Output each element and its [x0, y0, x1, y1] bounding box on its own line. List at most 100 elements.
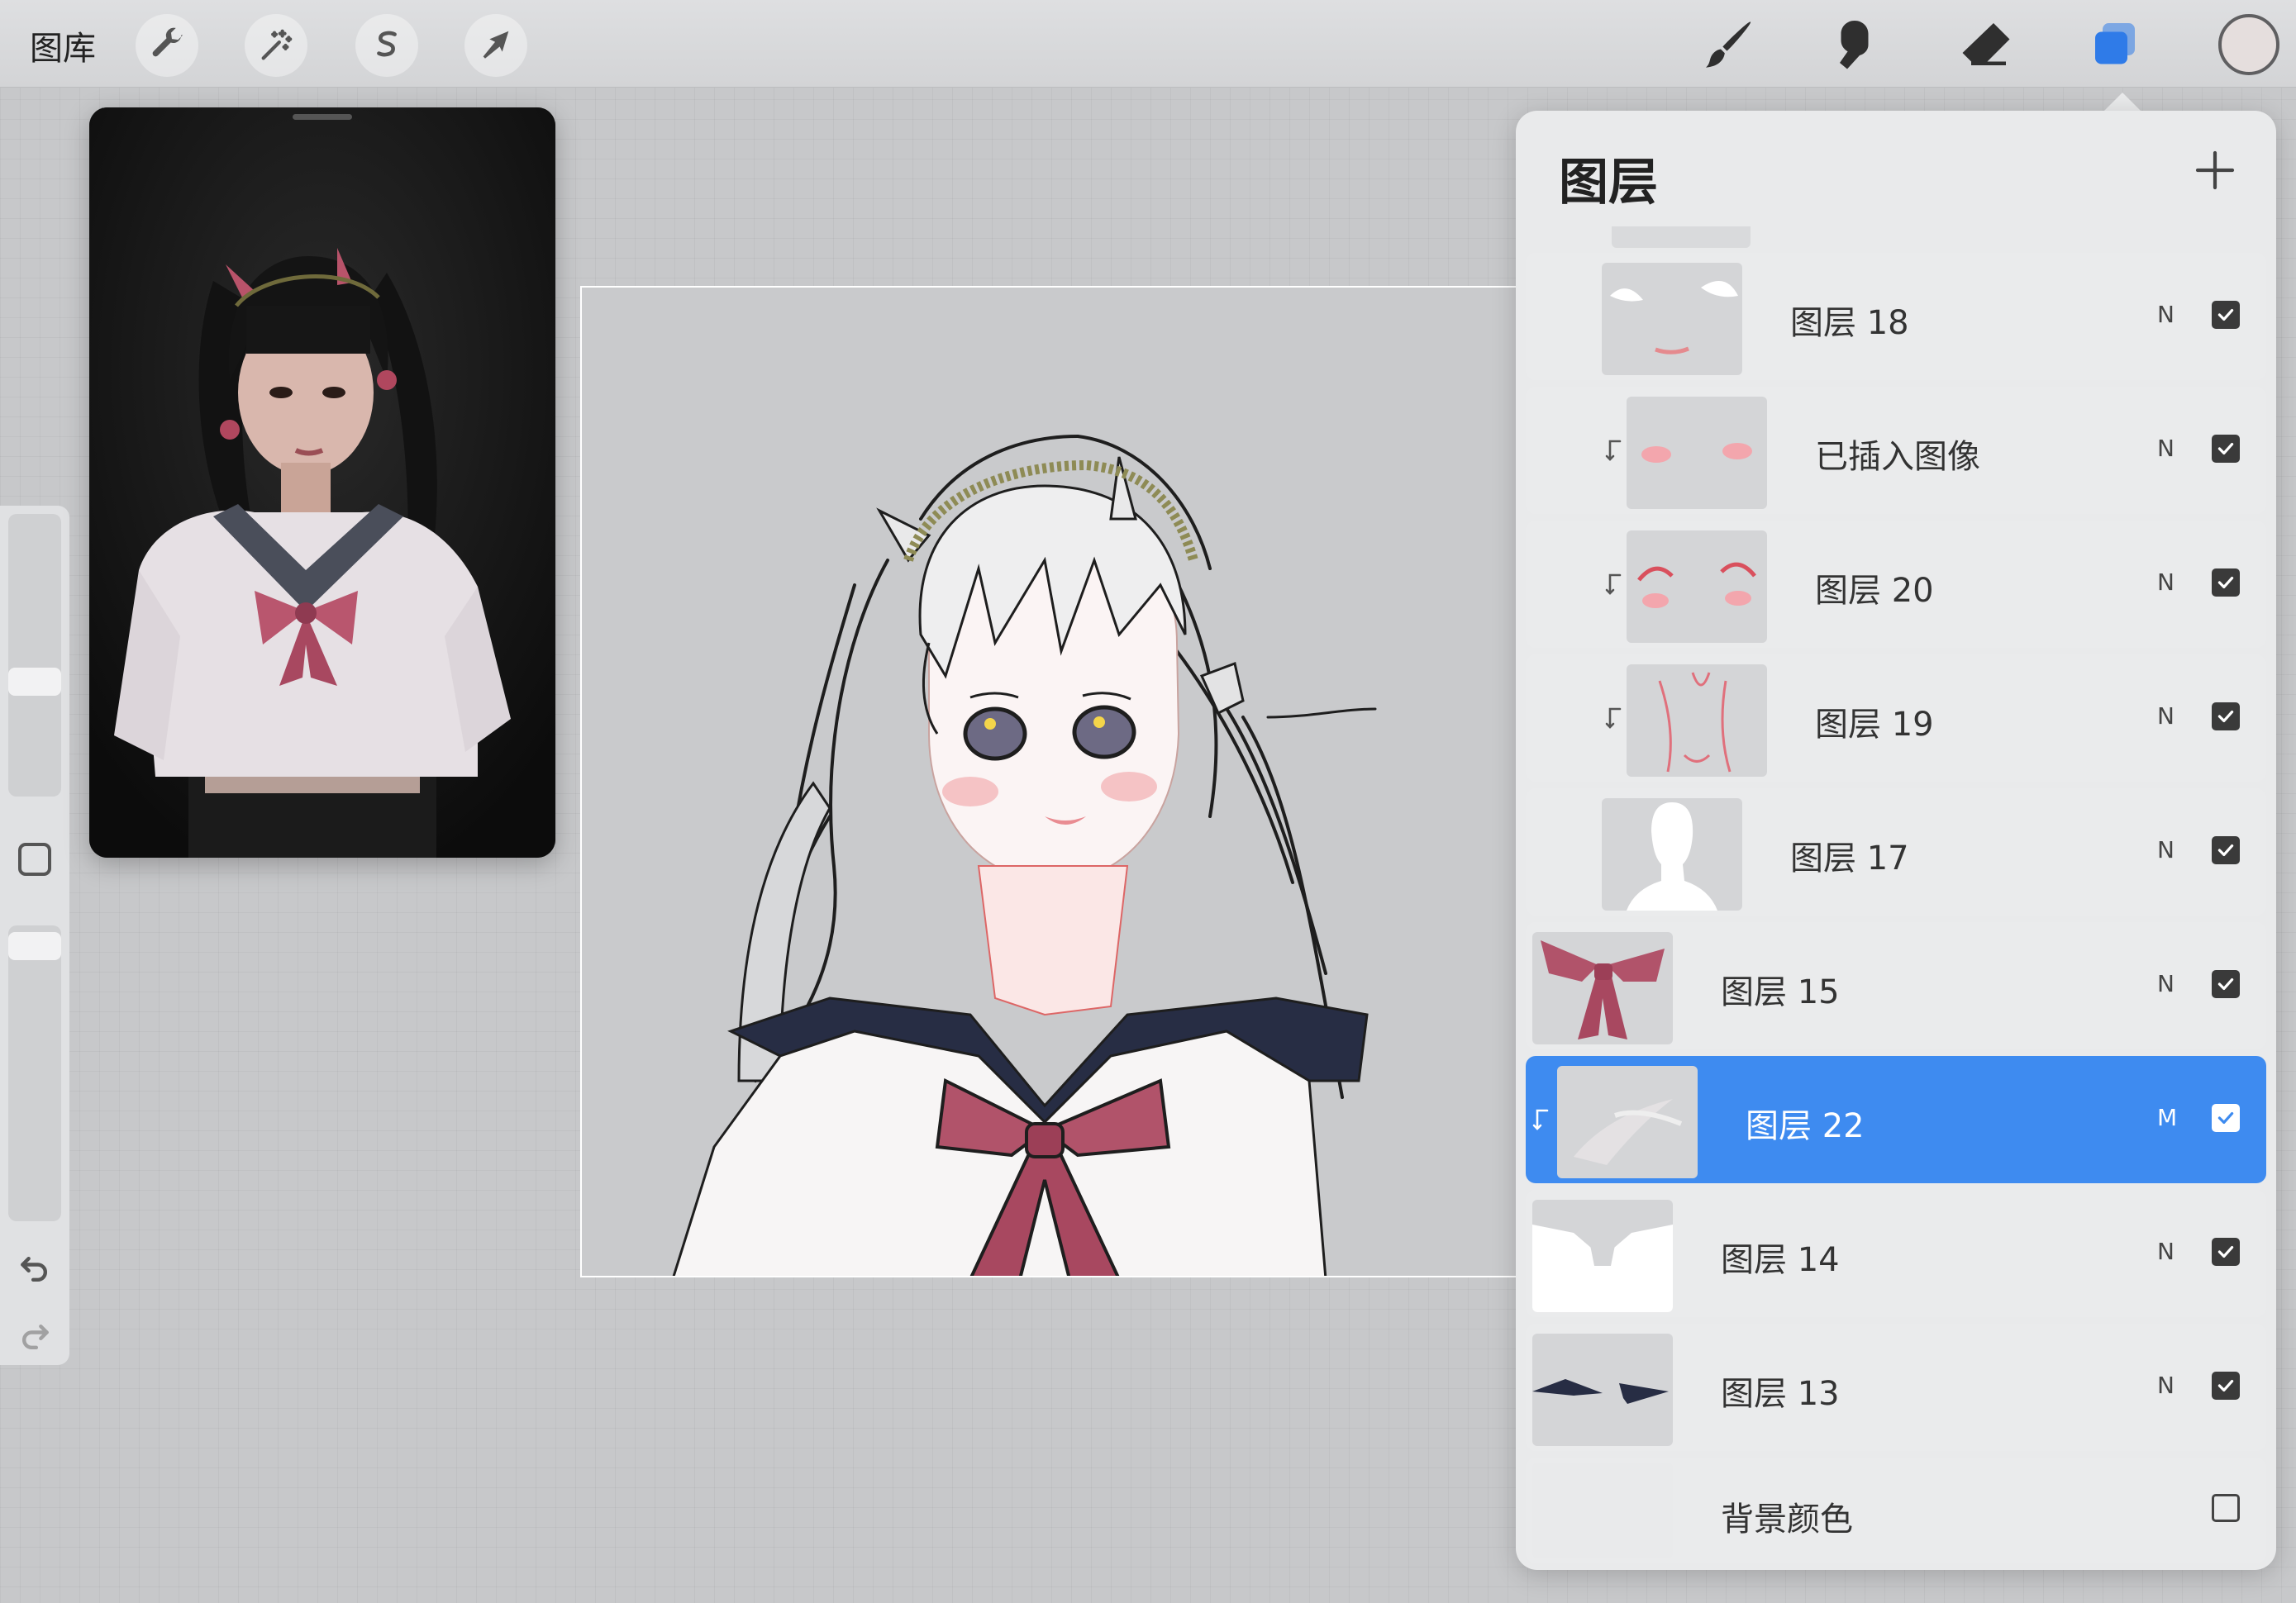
clipping-mask-icon: [1603, 572, 1625, 597]
add-layer-button[interactable]: [2192, 147, 2238, 193]
reference-drag-handle[interactable]: [293, 114, 352, 120]
adjustments-wand-button[interactable]: [245, 14, 307, 77]
checkmark-icon: [2217, 442, 2234, 455]
layer-name: 图层 18: [1790, 304, 1909, 342]
drawing-canvas[interactable]: [580, 286, 1522, 1277]
reference-image: [89, 107, 555, 858]
transform-button[interactable]: [464, 14, 527, 77]
redo-button[interactable]: [15, 1317, 55, 1357]
layer-list[interactable]: 图层 18 N 已插入图像 N 图层 20 N 图层 19 N 图层 17 N …: [1526, 226, 2266, 1565]
transform-arrow-icon: [483, 31, 509, 59]
magic-wand-icon: [261, 29, 293, 60]
layer-row-22-selected[interactable]: 图层 22 M: [1526, 1056, 2266, 1183]
checkmark-icon: [2217, 977, 2234, 991]
left-sidebar: [0, 506, 69, 1365]
layers-panel: 图层 图层 18 N 已插入图像 N 图层 20 N 图层 19 N 图层 17…: [1516, 111, 2276, 1570]
layer-row-13[interactable]: 图层 13 N: [1526, 1324, 2266, 1451]
layer-name: 图层 14: [1721, 1241, 1840, 1279]
blend-mode-indicator[interactable]: M: [2157, 1104, 2177, 1131]
layer-thumbnail: [1627, 664, 1767, 777]
background-visibility-checkbox[interactable]: [2212, 1494, 2240, 1522]
layer-name: 图层 19: [1815, 706, 1934, 744]
layer-visibility-checkbox[interactable]: [2212, 1104, 2240, 1132]
plus-icon: [2195, 150, 2235, 190]
gallery-button[interactable]: 图库: [30, 21, 96, 69]
layer-thumbnail: [1602, 798, 1742, 911]
layer-visibility-checkbox[interactable]: [2212, 568, 2240, 597]
checkmark-icon: [2217, 576, 2234, 589]
undo-icon: [21, 1256, 48, 1282]
layer-name: 图层 22: [1746, 1107, 1865, 1145]
opacity-thumb[interactable]: [8, 932, 61, 960]
layer-visibility-checkbox[interactable]: [2212, 301, 2240, 329]
blend-mode-indicator[interactable]: N: [2157, 568, 2175, 596]
selection-icon: [377, 31, 397, 57]
layer-name: 图层 20: [1815, 572, 1934, 610]
clipping-mask-icon: [1603, 706, 1625, 730]
layer-visibility-checkbox[interactable]: [2212, 836, 2240, 864]
opacity-slider[interactable]: [8, 925, 61, 1221]
layer-row-15[interactable]: 图层 15 N: [1526, 922, 2266, 1049]
layer-row-18[interactable]: 图层 18 N: [1526, 253, 2266, 380]
wrench-icon: [152, 27, 183, 57]
layer-thumbnail: [1532, 932, 1673, 1044]
blend-mode-indicator[interactable]: N: [2157, 435, 2175, 462]
checkmark-icon: [2217, 1245, 2234, 1258]
redo-icon: [21, 1324, 49, 1350]
layers-icon: [2095, 23, 2135, 64]
brush-size-thumb[interactable]: [8, 668, 61, 696]
layer-row-20[interactable]: 图层 20 N: [1526, 521, 2266, 648]
layers-tool-button[interactable]: [2081, 12, 2149, 79]
layer-row-background-color[interactable]: 背景颜色: [1526, 1458, 2266, 1563]
clipping-mask-icon: [1603, 438, 1625, 463]
layer-name: 图层 13: [1721, 1375, 1840, 1413]
canvas-artwork: [672, 435, 1377, 1276]
blend-mode-indicator[interactable]: N: [2157, 1238, 2175, 1265]
layer-name: 图层 15: [1721, 973, 1840, 1011]
blend-mode-indicator[interactable]: N: [2157, 1372, 2175, 1399]
layer-thumbnail: [1532, 1463, 1673, 1558]
reference-window[interactable]: [89, 107, 555, 858]
layer-visibility-checkbox[interactable]: [2212, 1372, 2240, 1400]
top-toolbar: 图库: [0, 0, 2296, 88]
checkmark-icon: [2217, 844, 2234, 857]
undo-button[interactable]: [15, 1249, 55, 1289]
smudge-icon: [1840, 21, 1869, 69]
checkmark-icon: [2217, 1379, 2234, 1392]
layer-visibility-checkbox[interactable]: [2212, 435, 2240, 463]
brush-size-slider[interactable]: [8, 514, 61, 797]
blend-mode-indicator[interactable]: N: [2157, 702, 2175, 730]
brush-tool-button[interactable]: [1694, 12, 1762, 79]
checkmark-icon: [2217, 308, 2234, 321]
layer-row-19[interactable]: 图层 19 N: [1526, 654, 2266, 782]
layer-row-inserted-image[interactable]: 已插入图像 N: [1526, 387, 2266, 514]
layers-panel-title: 图层: [1559, 154, 1658, 212]
eraser-tool-button[interactable]: [1952, 12, 2020, 79]
layer-thumbnail: [1532, 1334, 1673, 1446]
selection-button[interactable]: [355, 14, 418, 77]
layer-thumbnail: [1557, 1066, 1698, 1178]
clipping-mask-icon: [1531, 1107, 1552, 1132]
layer-visibility-checkbox[interactable]: [2212, 1238, 2240, 1266]
blend-mode-indicator[interactable]: N: [2157, 301, 2175, 328]
layer-thumbnail-partial: [1612, 226, 1751, 248]
layer-visibility-checkbox[interactable]: [2212, 970, 2240, 998]
color-picker-swatch[interactable]: [2218, 14, 2279, 75]
actions-wrench-button[interactable]: [136, 14, 198, 77]
checkmark-icon: [2217, 1111, 2234, 1125]
layer-thumbnail: [1532, 1200, 1673, 1312]
layer-thumbnail: [1627, 397, 1767, 509]
layer-name: 背景颜色: [1721, 1501, 1853, 1539]
layer-thumbnail: [1627, 530, 1767, 643]
checkmark-icon: [2217, 710, 2234, 723]
blend-mode-indicator[interactable]: N: [2157, 970, 2175, 997]
layer-name: 图层 17: [1790, 840, 1909, 878]
layer-row-17[interactable]: 图层 17 N: [1526, 788, 2266, 916]
layer-visibility-checkbox[interactable]: [2212, 702, 2240, 730]
modifier-button[interactable]: [18, 843, 51, 876]
layer-name: 已插入图像: [1815, 438, 1980, 476]
eraser-icon: [1962, 23, 2010, 65]
layer-row-14[interactable]: 图层 14 N: [1526, 1190, 2266, 1317]
blend-mode-indicator[interactable]: N: [2157, 836, 2175, 863]
smudge-tool-button[interactable]: [1823, 12, 1891, 79]
